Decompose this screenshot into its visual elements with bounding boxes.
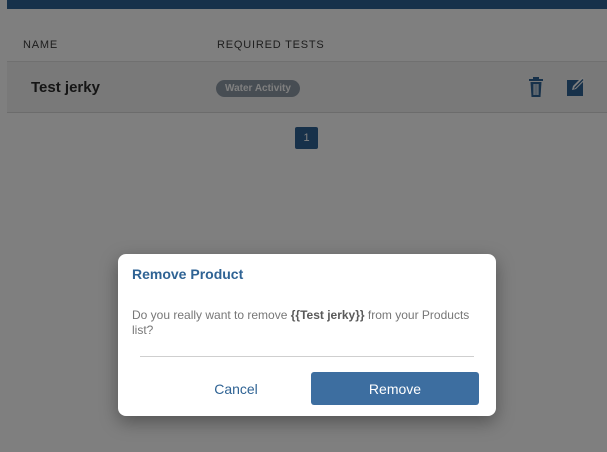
dialog-message-prefix: Do you really want to remove [132,308,291,322]
remove-button[interactable]: Remove [311,372,479,405]
dialog-message: Do you really want to remove {{Test jerk… [132,308,478,338]
dialog-title: Remove Product [132,266,244,282]
dialog-divider [140,356,474,357]
remove-product-dialog: Remove Product Do you really want to rem… [118,254,496,416]
dialog-message-product: {{Test jerky}} [290,308,365,322]
cancel-button[interactable]: Cancel [138,373,334,405]
